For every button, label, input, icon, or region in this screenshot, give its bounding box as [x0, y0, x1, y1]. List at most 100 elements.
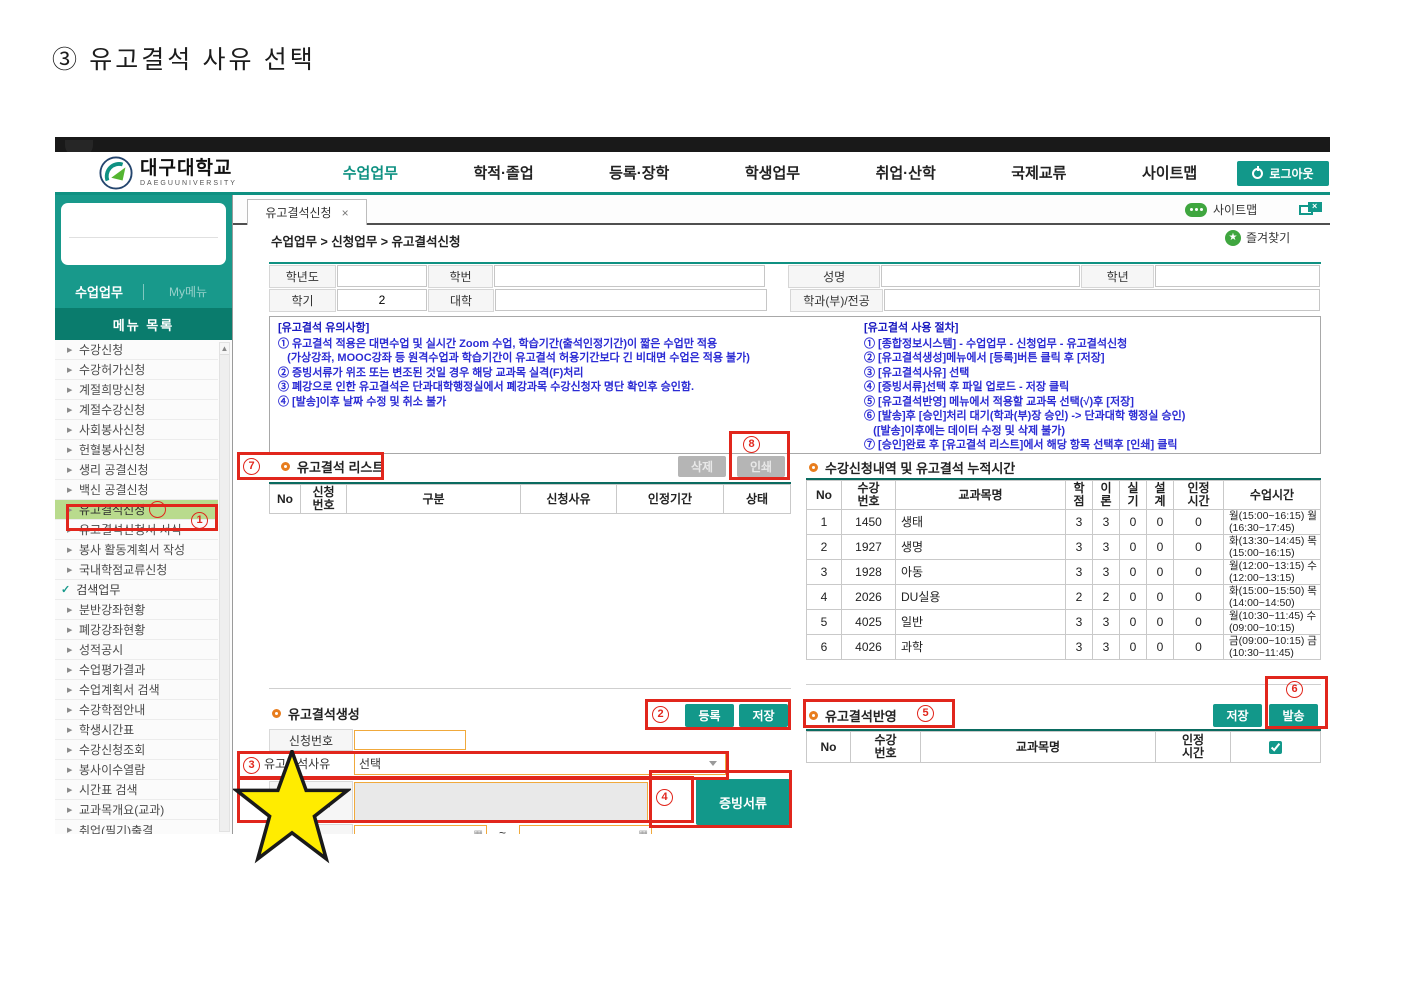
table-cell: 0	[1120, 635, 1147, 660]
notice-line: ① 유고결석 적용은 대면수업 및 실시간 Zoom 수업, 학습기간(출석인정…	[278, 337, 853, 352]
absence-apply-title-text: 유고결석반영	[825, 706, 897, 725]
delete-button[interactable]: 삭제	[678, 456, 726, 477]
sidebar-item-헌혈봉사신청[interactable]: ▶헌혈봉사신청	[55, 440, 218, 460]
sidebar-group-search[interactable]: ✓검색업무	[55, 580, 218, 600]
menu-list-header: 메뉴 목록	[55, 308, 232, 340]
scroll-up-icon[interactable]: ▲	[220, 343, 229, 355]
column-header	[1231, 731, 1321, 763]
sidebar-item-label: 수강신청	[79, 341, 123, 358]
notice-line: ⑤ [유고결석반영] 메뉴에서 적용할 교과목 선택(√)후 [저장]	[864, 395, 1314, 410]
student-id-input[interactable]	[494, 265, 765, 287]
sidebar-item-clipped[interactable]: ▶취업(필기)출결	[55, 820, 218, 834]
table-cell: 3	[1066, 635, 1093, 660]
sidebar-item-시간표 검색[interactable]: ▶시간표 검색	[55, 780, 218, 800]
arrow-right-icon: ▶	[67, 546, 72, 554]
create-save-button[interactable]: 저장	[739, 704, 788, 727]
sidebar-item-수강허가신청[interactable]: ▶수강허가신청	[55, 360, 218, 380]
nav-item-사이트맵[interactable]: 사이트맵	[1142, 162, 1197, 183]
name-input[interactable]	[881, 265, 1080, 287]
calendar-icon[interactable]: ▦	[639, 829, 648, 834]
sidebar-item-봉사 활동계획서 작성[interactable]: ▶ 봉사 활동계획서 작성	[55, 540, 218, 560]
apply-no-input[interactable]	[354, 730, 466, 750]
sidebar-item-수강신청[interactable]: ▶수강신청	[55, 340, 218, 360]
arrow-right-icon: ▶	[67, 446, 72, 454]
sidebar-item-수강신청조회[interactable]: ▶수강신청조회	[55, 740, 218, 760]
arrow-right-icon: ▶	[67, 726, 72, 734]
sidebar-item-폐강강좌현황[interactable]: ▶폐강강좌현황	[55, 620, 218, 640]
logout-button[interactable]: 로그아웃	[1237, 161, 1329, 186]
arrow-right-icon: ▶	[67, 426, 72, 434]
sidebar-item-백신 공결신청[interactable]: ▶백신 공결신청	[55, 480, 218, 500]
table-cell: 0	[1174, 635, 1224, 660]
sidebar-item-분반강좌현황[interactable]: ▶분반강좌현황	[55, 600, 218, 620]
table-row: 54025일반33000월(10:30~11:45) 수(09:00~10:15…	[806, 610, 1321, 635]
sidebar-item-계절수강신청[interactable]: ▶계절수강신청	[55, 400, 218, 420]
tab-absence-application[interactable]: 유고결석신청 ×	[247, 199, 367, 225]
table-cell: 0	[1147, 635, 1174, 660]
sidebar-item-label: 봉사 활동계획서 작성	[79, 541, 185, 558]
column-header: 교과목명	[921, 731, 1156, 763]
sidebar-item-계절희망신청[interactable]: ▶계절희망신청	[55, 380, 218, 400]
sidebar-item-유고결석신청서 서식[interactable]: ▶유고결석신청서 서식	[55, 520, 218, 540]
tab-my-menu[interactable]: My메뉴	[144, 283, 232, 300]
arrow-right-icon: ▶	[67, 706, 72, 714]
apply-save-button[interactable]: 저장	[1213, 704, 1262, 727]
sidebar-item-유고결석신청[interactable]: ▶유고결석신청	[55, 500, 218, 520]
arrow-right-icon: ▶	[67, 766, 72, 774]
favorite-button[interactable]: ★ 즐겨찾기	[1225, 229, 1290, 246]
nav-item-취업·산학[interactable]: 취업·산학	[876, 162, 936, 183]
absence-list-title: 유고결석 리스트	[281, 457, 384, 476]
register-button[interactable]: 등록	[685, 704, 734, 727]
period-start-input[interactable]: ▦	[354, 825, 487, 834]
nav-item-수업업무[interactable]: 수업업무	[343, 162, 398, 183]
period-end-input[interactable]: ▦	[519, 825, 652, 834]
page-title: ③ 유고결석 사유 선택	[52, 40, 316, 76]
table-cell: 0	[1174, 535, 1224, 560]
sidebar-menu-list: ▶수강신청▶수강허가신청▶계절희망신청▶계절수강신청▶사회봉사신청▶헌혈봉사신청…	[55, 340, 232, 834]
tab-class-work[interactable]: 수업업무	[55, 282, 143, 301]
attachment-button[interactable]: 증빙서류	[696, 779, 790, 825]
year-input[interactable]	[337, 265, 427, 287]
nav-item-학적·졸업[interactable]: 학적·졸업	[473, 162, 533, 183]
table-cell: 생명	[896, 535, 1066, 560]
arrow-right-icon: ▶	[67, 646, 72, 654]
sidebar-item-성적공시[interactable]: ▶성적공시	[55, 640, 218, 660]
close-all-tabs-icon[interactable]: ×	[1299, 202, 1323, 217]
arrow-right-icon: ▶	[67, 526, 72, 534]
reason-select[interactable]: 선택	[354, 752, 726, 775]
table-header-row: No수강 번호교과목명인정 시간	[806, 731, 1321, 763]
major-input[interactable]	[884, 289, 1320, 311]
sidebar-item-수업평가결과[interactable]: ▶수업평가결과	[55, 660, 218, 680]
power-icon	[1252, 168, 1263, 179]
column-header: 교과목명	[896, 480, 1066, 510]
field-label-학기: 학기	[269, 289, 336, 312]
calendar-icon[interactable]: ▦	[474, 829, 483, 834]
table-cell: 3	[1066, 535, 1093, 560]
sidebar-item-사회봉사신청[interactable]: ▶사회봉사신청	[55, 420, 218, 440]
apply-no-label: 신청번호	[269, 729, 353, 751]
sitemap-shortcut[interactable]: 사이트맵	[1185, 201, 1257, 218]
nav-item-학생업무[interactable]: 학생업무	[745, 162, 800, 183]
nav-item-국제교류[interactable]: 국제교류	[1011, 162, 1066, 183]
sidebar-item-수업계획서 검색[interactable]: ▶수업계획서 검색	[55, 680, 218, 700]
print-button[interactable]: 인쇄	[737, 456, 785, 477]
divider	[806, 684, 1321, 685]
field-label-대학: 대학	[428, 289, 494, 312]
send-button[interactable]: 발송	[1269, 704, 1318, 727]
sidebar-item-봉사이수열람[interactable]: ▶봉사이수열람	[55, 760, 218, 780]
sidebar-item-학생시간표[interactable]: ▶학생시간표	[55, 720, 218, 740]
sidebar-item-수강학점안내[interactable]: ▶수강학점안내	[55, 700, 218, 720]
sidebar-item-국내학점교류신청[interactable]: ▶국내학점교류신청	[55, 560, 218, 580]
grade-input[interactable]	[1155, 265, 1320, 287]
college-input[interactable]	[495, 289, 767, 311]
select-all-checkbox[interactable]	[1269, 741, 1282, 754]
table-row: 11450생태33000월(15:00~16:15) 월(16:30~17:45…	[806, 510, 1321, 535]
semester-input[interactable]	[337, 289, 427, 311]
university-logo[interactable]: 대구대학교 DAEGUUNIVERSITY	[99, 156, 237, 190]
sidebar-scrollbar[interactable]: ▲	[219, 342, 230, 832]
nav-item-등록·장학[interactable]: 등록·장학	[609, 162, 669, 183]
table-cell: 1450	[842, 510, 896, 535]
tab-close-icon[interactable]: ×	[342, 206, 349, 220]
sidebar-item-교과목개요(교과)[interactable]: ▶교과목개요(교과)	[55, 800, 218, 820]
sidebar-item-생리 공결신청[interactable]: ▶생리 공결신청	[55, 460, 218, 480]
